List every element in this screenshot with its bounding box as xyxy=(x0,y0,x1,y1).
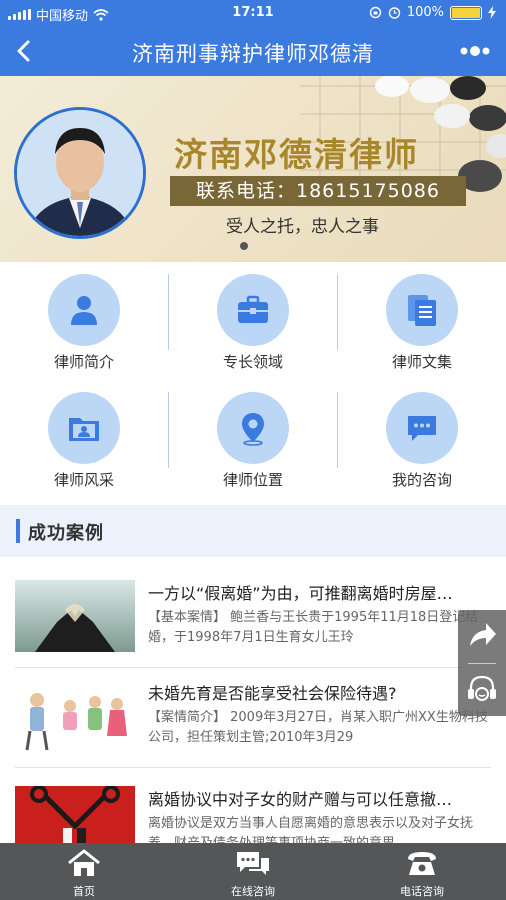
nav-bar: 济南刑事辩护律师邓德清 xyxy=(0,26,506,76)
grid-item-my-consult[interactable]: 我的咨询 xyxy=(338,380,506,496)
tab-label: 电话咨询 xyxy=(400,885,444,898)
banner-slogan: 受人之托，忠人之事 xyxy=(226,217,379,237)
carousel-indicator[interactable] xyxy=(240,242,248,250)
grid-item-articles[interactable]: 律师文集 xyxy=(338,262,506,378)
case-thumbnail xyxy=(15,580,135,652)
tab-label: 首页 xyxy=(73,885,95,898)
alarm-icon xyxy=(388,7,401,19)
case-list-item[interactable]: 一方以“假离婚”为由，可推翻离婚时房屋… 【基本案情】 鲍兰香与王长贵于1995… xyxy=(0,568,506,668)
grid-item-label: 律师简介 xyxy=(53,353,114,371)
tab-phone-consult[interactable]: 电话咨询 xyxy=(338,843,506,900)
tab-home[interactable]: 首页 xyxy=(0,843,168,900)
grid-item-location[interactable]: 律师位置 xyxy=(169,380,337,496)
grid-item-lawyer-intro[interactable]: 律师简介 xyxy=(0,262,168,378)
chat-bubble-icon xyxy=(408,416,436,441)
banner-carousel[interactable]: 济南邓德清律师 联系电话：18615175086 受人之托，忠人之事 xyxy=(0,76,506,262)
grid-item-label: 律师位置 xyxy=(222,471,283,489)
case-title: 未婚先育是否能享受社会保险待遇? xyxy=(148,684,397,703)
status-bar: 中国移动 17:11 100% xyxy=(0,0,506,26)
documents-icon xyxy=(408,295,436,326)
grid-item-lawyer-style[interactable]: 律师风采 xyxy=(0,380,168,496)
grid-item-label: 专长领域 xyxy=(222,353,283,371)
phone-icon xyxy=(408,852,436,875)
chat-icon xyxy=(237,852,269,875)
grid-item-label: 律师文集 xyxy=(391,353,452,371)
case-thumbnail xyxy=(15,680,135,752)
case-description: 【案情简介】 2009年3月27日，肖某入职广州XX生物科技公司，担任策划主管;… xyxy=(148,710,488,745)
section-title: 成功案例 xyxy=(28,523,104,544)
more-options-icon[interactable] xyxy=(458,42,492,60)
floating-action-panel xyxy=(458,610,506,716)
grid-item-label: 我的咨询 xyxy=(391,471,452,489)
divider xyxy=(15,767,491,768)
section-header-success-cases: 成功案例 xyxy=(0,505,506,557)
grid-item-label: 律师风采 xyxy=(53,471,114,489)
lawyer-portrait xyxy=(14,107,146,239)
location-pin-icon xyxy=(242,413,264,446)
share-arrow-icon[interactable] xyxy=(458,610,506,662)
folder-person-icon xyxy=(69,418,99,441)
tab-label: 在线咨询 xyxy=(231,885,275,898)
rotation-lock-icon xyxy=(369,6,382,19)
case-title: 一方以“假离婚”为由，可推翻离婚时房屋… xyxy=(148,584,453,603)
home-icon xyxy=(68,849,100,876)
customer-service-icon[interactable] xyxy=(458,664,506,716)
person-icon xyxy=(71,296,97,325)
battery-percent: 100% xyxy=(406,5,444,20)
bottom-tab-bar: 首页 在线咨询 电话咨询 xyxy=(0,843,506,900)
grid-item-expertise[interactable]: 专长领域 xyxy=(169,262,337,378)
feature-grid: 律师简介 专长领域 律师文集 律师风采 律师位置 我的咨询 xyxy=(0,262,506,502)
charging-icon xyxy=(488,6,496,19)
page-title: 济南刑事辩护律师邓德清 xyxy=(132,42,374,66)
battery-icon xyxy=(450,5,482,20)
case-description: 【基本案情】 鲍兰香与王长贵于1995年11月18日登记结婚，于1998年7月1… xyxy=(148,610,479,645)
case-title: 离婚协议中对子女的财产赠与可以任意撤… xyxy=(148,790,453,809)
briefcase-icon xyxy=(238,295,268,323)
banner-headline: 济南邓德清律师 xyxy=(174,135,419,174)
case-list-item[interactable]: 未婚先育是否能享受社会保险待遇? 【案情简介】 2009年3月27日，肖某入职广… xyxy=(0,668,506,768)
tab-online-consult[interactable]: 在线咨询 xyxy=(169,843,337,900)
banner-phone[interactable]: 联系电话：18615175086 xyxy=(170,176,466,206)
section-accent-bar xyxy=(16,519,20,543)
